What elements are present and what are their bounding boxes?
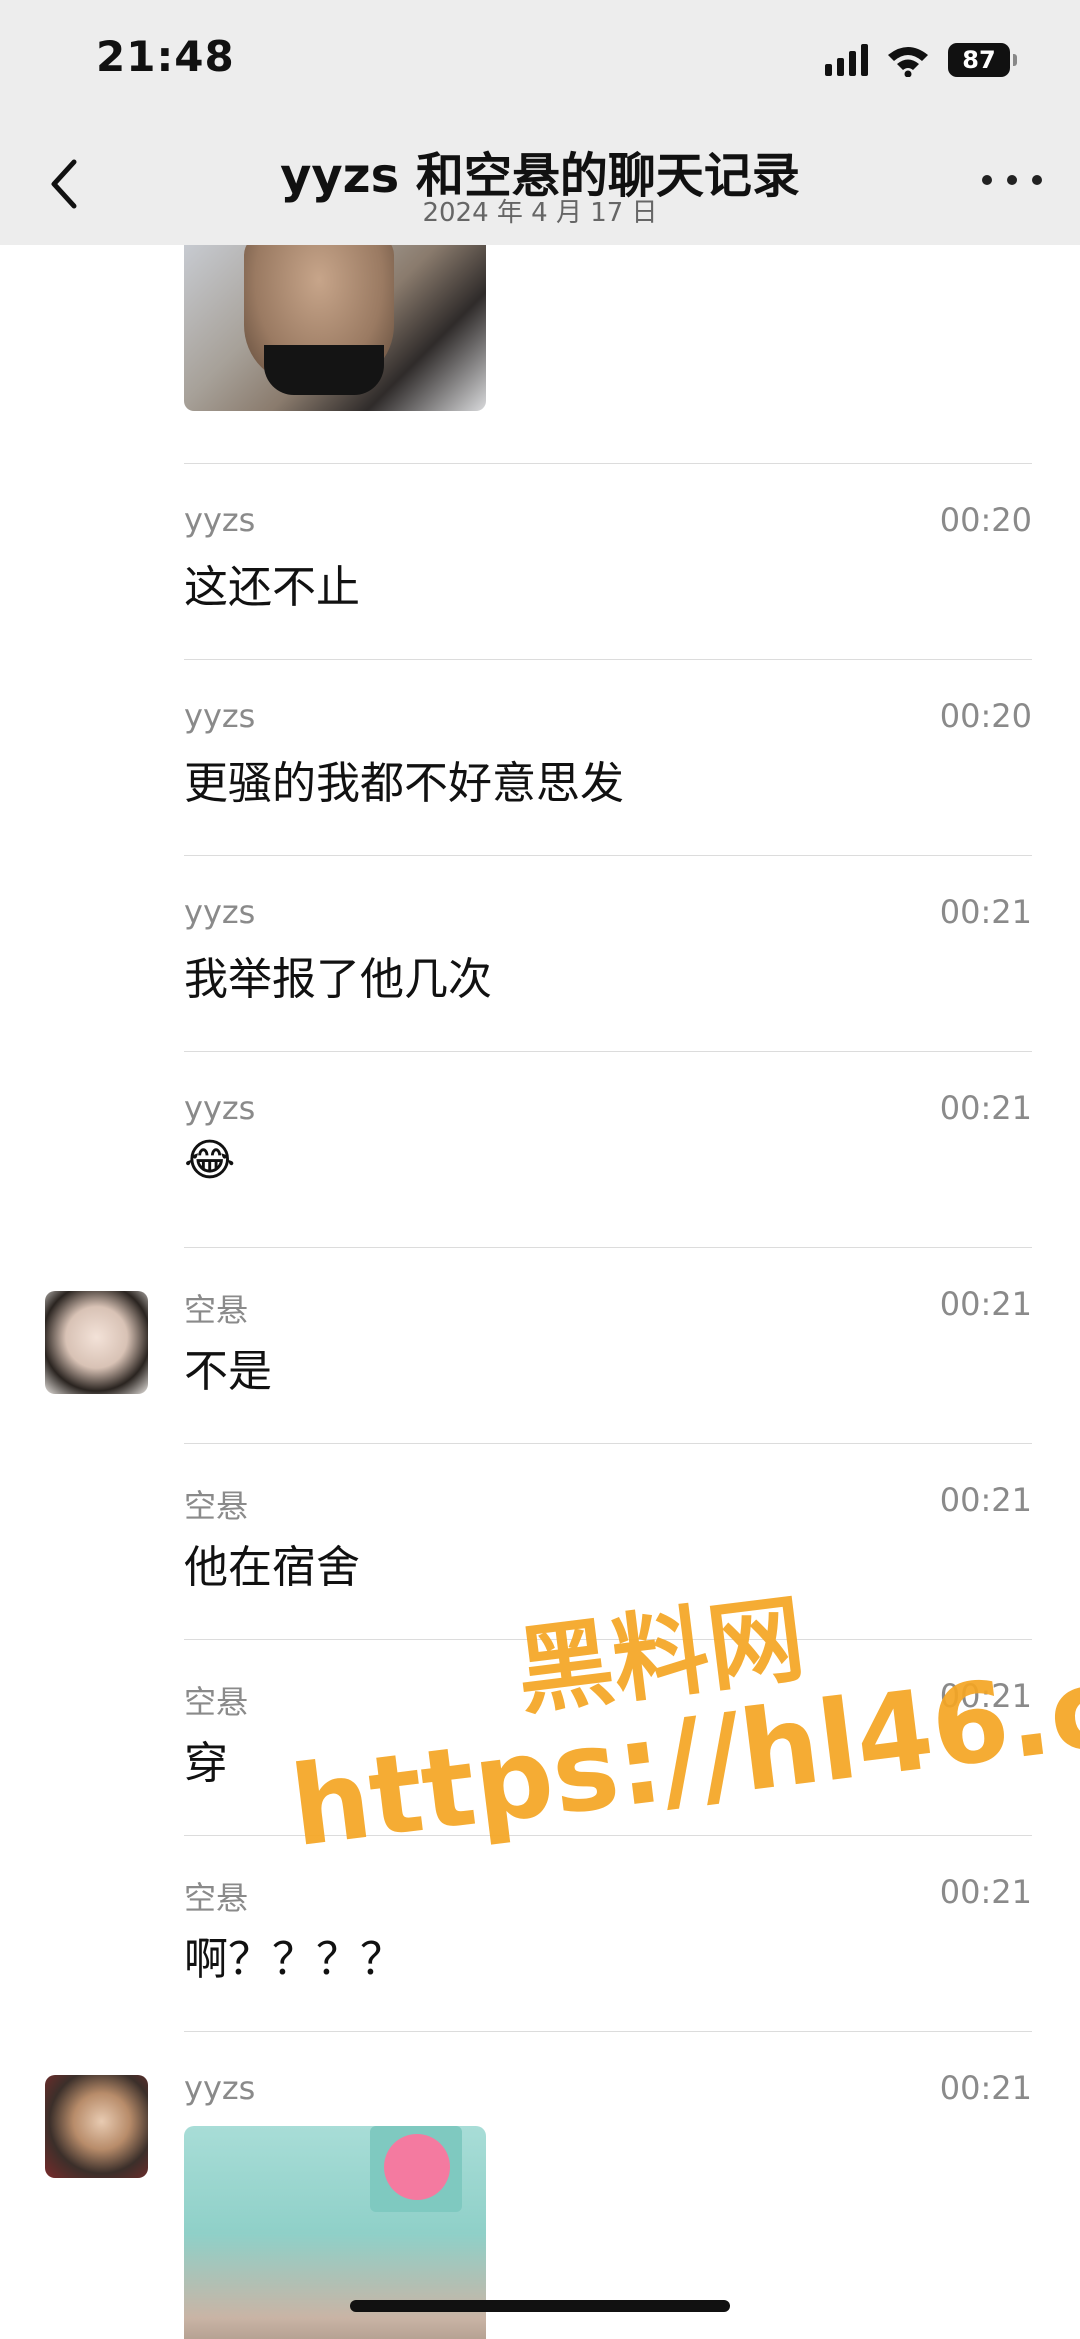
battery-level: 87	[962, 46, 996, 74]
message-time: 00:20	[939, 697, 1032, 735]
sender-name: yyzs	[184, 893, 256, 931]
message-time: 00:21	[939, 1677, 1032, 1715]
list-item[interactable]: 空悬 00:21 穿	[0, 1639, 1080, 1835]
nav-bar: yyzs 和空悬的聊天记录 2024 年 4 月 17 日	[0, 120, 1080, 245]
avatar[interactable]	[45, 1291, 148, 1394]
sender-name: 空悬	[184, 1683, 249, 1721]
image-message[interactable]	[184, 245, 486, 411]
cellular-signal-icon	[825, 44, 868, 76]
divider	[184, 1835, 1032, 1836]
divider	[184, 1639, 1032, 1640]
divider	[184, 1443, 1032, 1444]
sender-name: 空悬	[184, 1879, 249, 1917]
sender-name: 空悬	[184, 1487, 249, 1525]
message-text: 他在宿舍	[184, 1542, 360, 1593]
message-time: 00:20	[939, 501, 1032, 539]
list-item[interactable]: 空悬 00:21 不是	[0, 1247, 1080, 1443]
message-text: 穿	[184, 1738, 228, 1789]
message-time: 00:21	[939, 1481, 1032, 1519]
message-text: 这还不止	[184, 562, 360, 613]
battery-icon: 87	[948, 43, 1017, 77]
list-item[interactable]: 空悬 00:21 他在宿舍	[0, 1443, 1080, 1639]
sender-name: yyzs	[184, 501, 256, 539]
divider	[184, 659, 1032, 660]
message-text: 更骚的我都不好意思发	[184, 758, 624, 809]
home-indicator[interactable]	[350, 2300, 730, 2312]
message-time: 00:21	[939, 893, 1032, 931]
message-text: 啊？？？？	[184, 1934, 404, 1985]
divider	[184, 855, 1032, 856]
list-item[interactable]: yyzs 00:21 😂	[0, 1051, 1080, 1247]
list-item[interactable]: yyzs 00:20 这还不止	[0, 463, 1080, 659]
tears-of-joy-emoji-icon: 😂	[184, 1135, 236, 1186]
status-icons: 87	[825, 38, 1017, 82]
message-time: 00:21	[939, 2069, 1032, 2107]
divider	[184, 463, 1032, 464]
message-time: 00:21	[939, 1873, 1032, 1911]
message-text: 不是	[184, 1346, 272, 1397]
list-item[interactable]: yyzs 00:21	[0, 2031, 1080, 2227]
list-item[interactable]: yyzs 00:20 更骚的我都不好意思发	[0, 659, 1080, 855]
chat-history-list[interactable]: yyzs 00:20 这还不止 yyzs 00:20 更骚的我都不好意思发 yy…	[0, 245, 1080, 2339]
divider	[184, 1247, 1032, 1248]
page-subtitle: 2024 年 4 月 17 日	[422, 198, 658, 228]
divider	[184, 2031, 1032, 2032]
more-dots-icon[interactable]	[982, 170, 1042, 190]
divider	[184, 1051, 1032, 1052]
status-bar: 21:48 87	[0, 0, 1080, 120]
sender-name: yyzs	[184, 2069, 256, 2107]
status-time: 21:48	[96, 32, 235, 81]
sender-name: yyzs	[184, 1089, 256, 1127]
avatar[interactable]	[45, 2075, 148, 2178]
sender-name: yyzs	[184, 697, 256, 735]
message-time: 00:21	[939, 1089, 1032, 1127]
message-time: 00:21	[939, 1285, 1032, 1323]
sender-name: 空悬	[184, 1291, 249, 1329]
message-text: 我举报了他几次	[184, 954, 492, 1005]
wifi-icon	[888, 47, 928, 77]
list-item[interactable]: yyzs 00:21 我举报了他几次	[0, 855, 1080, 1051]
list-item[interactable]: 空悬 00:21 啊？？？？	[0, 1835, 1080, 2031]
